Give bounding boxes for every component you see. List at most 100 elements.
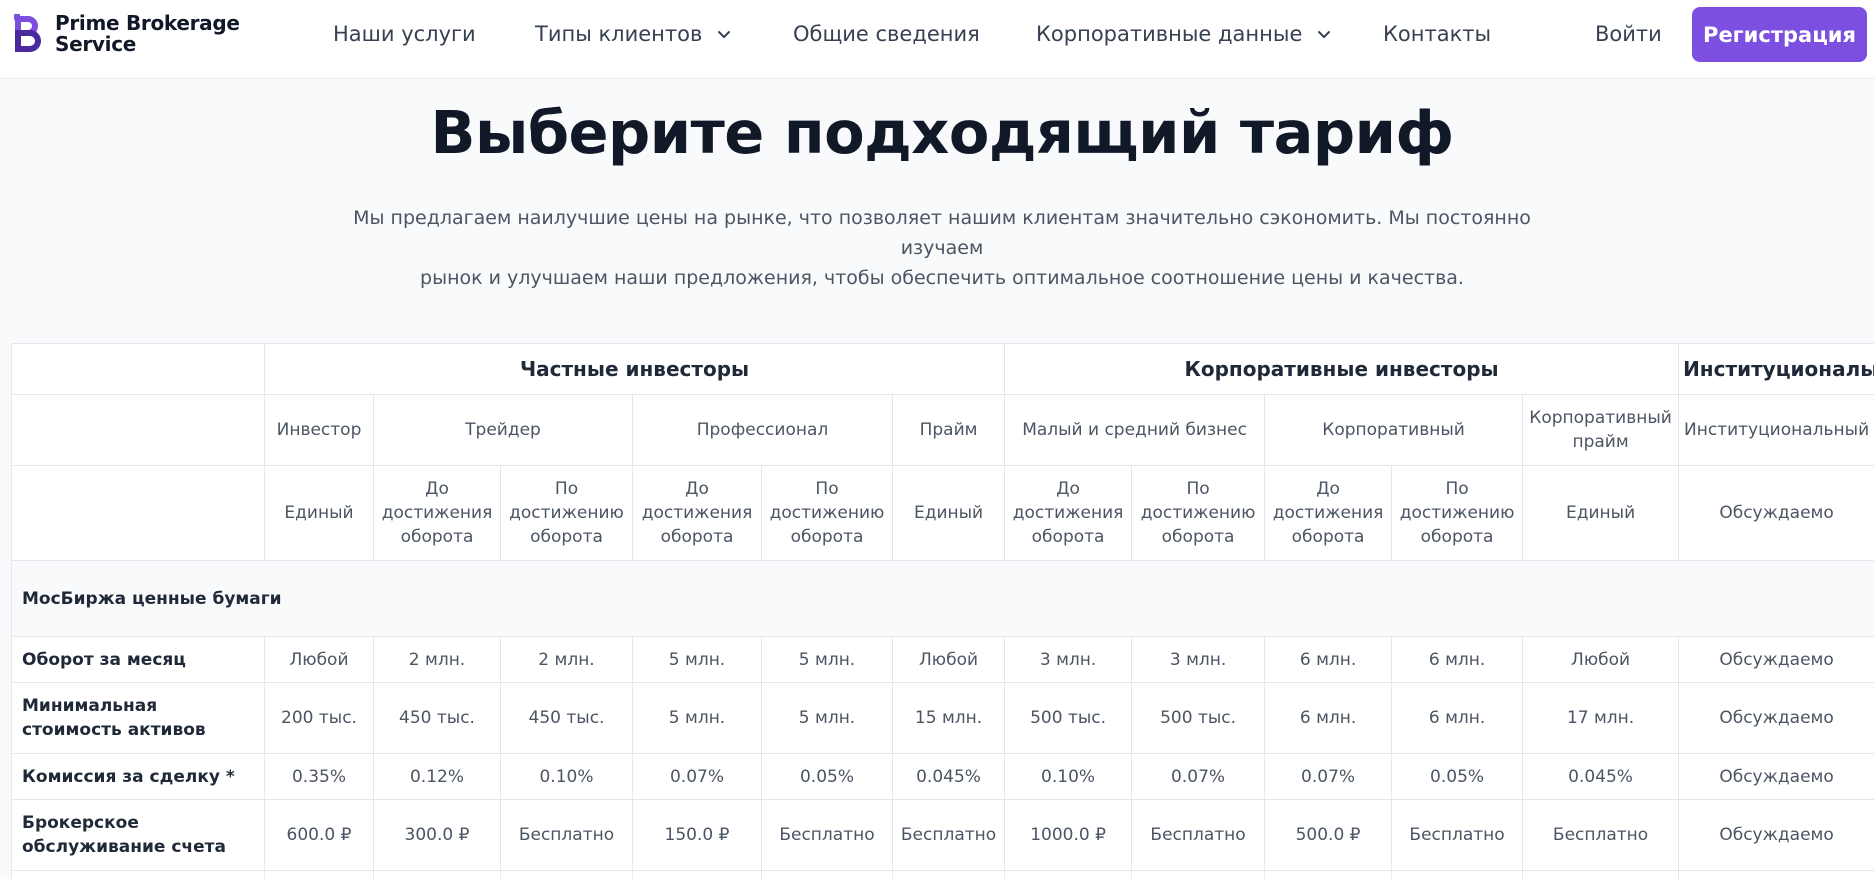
pricing-model-cell: По достижению оборота — [761, 465, 893, 561]
pricing-model-line: До — [1056, 479, 1080, 499]
table-cell: Обсуждаемо — [1678, 753, 1874, 800]
table-cell: 450 тыс. — [373, 682, 501, 754]
table-cell: 5 млн. — [761, 636, 893, 683]
page-subtitle-line2: рынок и улучшаем наши предложения, чтобы… — [420, 267, 1464, 289]
nav-client-types-dropdown[interactable]: Типы клиентов — [535, 20, 732, 48]
table-cell: Бесплатно — [1391, 799, 1524, 871]
chevron-down-icon — [1318, 31, 1331, 38]
pricing-model-cell: По достижению оборота — [500, 465, 633, 561]
table-cell: 0.05% — [761, 753, 893, 800]
pricing-model-line: оборота — [1031, 527, 1105, 547]
table-cell: 0.10% — [500, 753, 633, 800]
brand-name-line2: Service — [55, 32, 137, 56]
table-cell: Обсуждаемо — [1678, 682, 1874, 754]
pricing-model-cell: До достижения оборота — [1264, 465, 1393, 561]
table-cell: 3 млн. — [1131, 636, 1266, 683]
table-cell: 5 млн. — [632, 636, 762, 683]
table-cell: 15 млн. — [891, 682, 1006, 754]
header-empty-cell — [11, 465, 265, 561]
table-cell: Любой — [1522, 636, 1680, 683]
header-empty-cell — [11, 394, 265, 466]
nav-general-info[interactable]: Общие сведения — [793, 20, 980, 48]
pricing-model-line: По — [554, 479, 579, 499]
pricing-model-line: оборота — [660, 527, 734, 547]
table-cell — [373, 870, 501, 879]
register-button[interactable]: Регистрация — [1692, 7, 1867, 62]
table-cell: Бесплатно — [891, 799, 1006, 871]
pricing-table: Частные инвесторы Корпоративные инвестор… — [10, 343, 1874, 879]
table-cell: Бесплатно — [1131, 799, 1266, 871]
table-cell: Любой — [891, 636, 1006, 683]
table-cell — [1678, 870, 1874, 879]
pricing-model-cell: До достижения оборота — [1004, 465, 1133, 561]
tier-trader: Трейдер — [373, 394, 633, 466]
table-cell — [1004, 870, 1133, 879]
brand-logo[interactable]: Prime Brokerage Service — [14, 13, 240, 55]
pricing-model-line: Единый — [284, 503, 354, 523]
pricing-model-line: Обсуждаемо — [1719, 503, 1834, 523]
table-cell: 6 млн. — [1264, 636, 1393, 683]
table-cell: 17 млн. — [1522, 682, 1680, 754]
table-header-models: Единый До достижения оборота По достижению обо… — [11, 465, 1874, 561]
tier-smb: Малый и средний бизнес — [1004, 394, 1266, 466]
table-cell: Любой — [264, 636, 374, 683]
table-cell: 0.07% — [1131, 753, 1266, 800]
table-cell: 3 млн. — [1004, 636, 1133, 683]
section-row-moex: МосБиржа ценные бумаги — [10, 560, 1874, 637]
page-title: Выберите подходящий тариф — [430, 98, 1455, 167]
table-row: Минимальная стоимость активов 200 тыс. 450… — [11, 682, 1874, 754]
table-header-tiers: Инвестор Трейдер Профессионал Прайм Малы… — [11, 394, 1874, 466]
table-cell: 0.35% — [264, 753, 374, 800]
page-subtitle: Мы предлагаем наилучшие цены на рынке, ч… — [310, 203, 1574, 293]
nav-contacts[interactable]: Контакты — [1383, 20, 1491, 48]
pricing-model-line: оборота — [1291, 527, 1365, 547]
table-cell: 6 млн. — [1391, 636, 1524, 683]
table-row: Брокерское обслуживание счета 600.0 ₽300.… — [11, 799, 1874, 871]
table-cell: 0.07% — [632, 753, 762, 800]
login-link[interactable]: Войти — [1595, 20, 1662, 48]
pricing-model-line: достижения — [1012, 503, 1124, 523]
nav-corporate-data-label: Корпоративные данные — [1036, 22, 1303, 46]
table-row: Оборот за месяц Любой 2 млн. 2 млн. 5 млн. 5 … — [11, 636, 1874, 683]
table-cell: Обсуждаемо — [1678, 636, 1874, 683]
brand-name: Prime Brokerage Service — [55, 13, 240, 55]
pricing-model-cell: Единый — [264, 465, 374, 561]
table-cell: Бесплатно — [761, 799, 893, 871]
pricing-model-line: достижения — [1272, 503, 1384, 523]
pricing-model-cell: Единый — [1522, 465, 1680, 561]
table-cell: 0.07% — [1264, 753, 1393, 800]
table-cell: 0.045% — [1522, 753, 1680, 800]
nav-contacts-label: Контакты — [1383, 22, 1492, 46]
nav-services-label: Наши услуги — [333, 22, 476, 46]
table-cell: 6 млн. — [1264, 682, 1393, 754]
table-cell: 2 млн. — [373, 636, 501, 683]
section-label: МосБиржа ценные бумаги — [10, 560, 1874, 637]
table-cell: 300.0 ₽ — [373, 799, 501, 871]
pricing-model-line: Единый — [1565, 503, 1636, 523]
pricing-model-line: По — [815, 479, 839, 499]
pricing-model-line: достижения — [641, 503, 753, 523]
table-cell — [761, 870, 893, 879]
group-corporate-investors: Корпоративные инвесторы — [1004, 343, 1680, 395]
tier-prime: Прайм — [891, 394, 1006, 466]
row-label: Оборот за месяц — [11, 636, 265, 683]
table-cell: 500.0 ₽ — [1264, 799, 1393, 871]
pricing-model-line: До — [685, 479, 709, 499]
table-cell: 1000.0 ₽ — [1004, 799, 1133, 871]
table-cell — [632, 870, 762, 879]
table-header-groups: Частные инвесторы Корпоративные инвестор… — [11, 343, 1874, 395]
brand-name-line1: Prime Brokerage — [55, 11, 240, 35]
tier-investor: Инвестор — [264, 394, 374, 466]
pricing-model-line: оборота — [790, 527, 864, 547]
table-cell: 5 млн. — [632, 682, 762, 754]
nav-corporate-data-dropdown[interactable]: Корпоративные данные — [1036, 20, 1332, 48]
table-cell: 450 тыс. — [500, 682, 633, 754]
table-cell: 200 тыс. — [264, 682, 374, 754]
nav-services[interactable]: Наши услуги — [333, 20, 476, 48]
group-institutional: Институционалы — [1678, 343, 1874, 395]
row-label: Брокерское обслуживание счета — [11, 799, 265, 871]
table-row-partial — [11, 870, 1874, 879]
chevron-down-icon — [718, 31, 731, 38]
row-label — [11, 870, 265, 879]
table-cell: 2 млн. — [500, 636, 633, 683]
